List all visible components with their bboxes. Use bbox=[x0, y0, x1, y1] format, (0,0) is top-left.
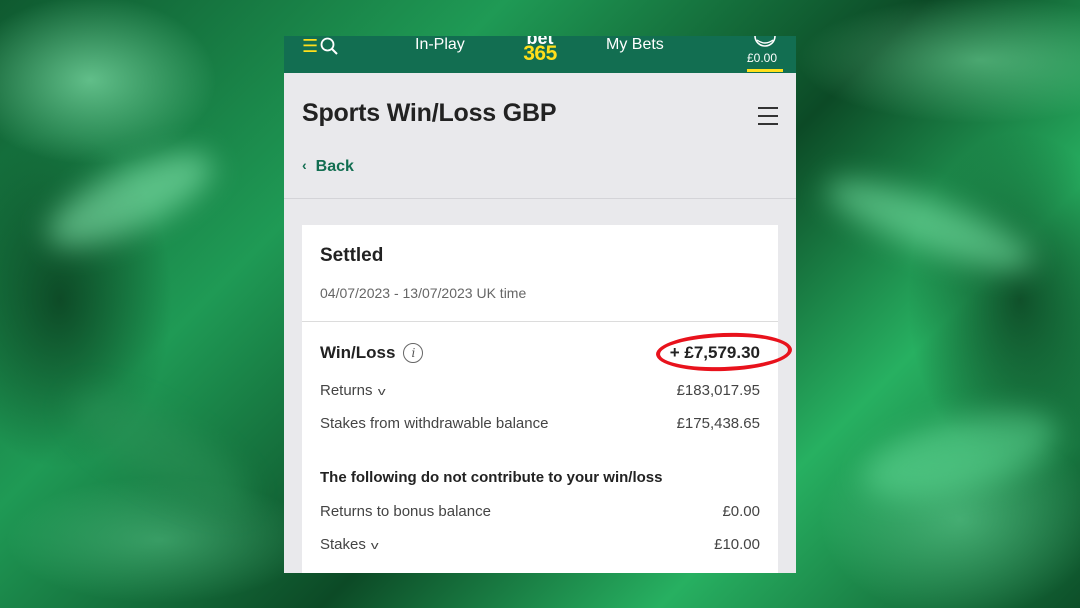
chevron-down-icon[interactable]: v bbox=[371, 540, 379, 552]
divider bbox=[302, 321, 778, 322]
highlight-circle bbox=[655, 330, 793, 374]
date-range: 04/07/2023 - 13/07/2023 UK time bbox=[320, 285, 527, 301]
account-icon[interactable] bbox=[745, 36, 785, 50]
hamburger-icon[interactable] bbox=[758, 107, 778, 125]
background: ☰ In-Play bet 365 My Bets £0.00 Sports W… bbox=[0, 0, 1080, 608]
app-screen: ☰ In-Play bet 365 My Bets £0.00 Sports W… bbox=[284, 36, 796, 573]
balance-underline bbox=[747, 69, 783, 72]
stakes-value: £10.00 bbox=[714, 536, 760, 553]
chevron-left-icon: ‹ bbox=[302, 157, 307, 173]
info-icon[interactable]: i bbox=[403, 343, 424, 363]
page-header: Sports Win/Loss GBP ‹ Back bbox=[284, 73, 796, 199]
stakes-row[interactable]: Stakes v £10.00 bbox=[320, 536, 760, 553]
logo-text-bottom: 365 bbox=[523, 42, 557, 65]
nav-inplay[interactable]: In-Play bbox=[415, 36, 465, 54]
non-contributing-note: The following do not contribute to your … bbox=[320, 469, 663, 486]
settled-heading: Settled bbox=[320, 245, 384, 266]
bonus-returns-label: Returns to bonus balance bbox=[320, 503, 491, 520]
page-title: Sports Win/Loss GBP bbox=[302, 99, 557, 127]
chevron-down-icon[interactable]: v bbox=[377, 386, 385, 398]
stakes-withdrawable-row: Stakes from withdrawable balance £175,43… bbox=[320, 415, 760, 432]
account-balance[interactable]: £0.00 bbox=[747, 51, 777, 65]
stakes-withdrawable-label: Stakes from withdrawable balance bbox=[320, 415, 549, 432]
back-link[interactable]: ‹ Back bbox=[302, 157, 354, 176]
top-navigation-bar: ☰ In-Play bet 365 My Bets £0.00 bbox=[284, 36, 796, 73]
winloss-label: Win/Loss bbox=[320, 343, 396, 362]
search-icon[interactable] bbox=[320, 37, 338, 55]
returns-label: Returns bbox=[320, 382, 373, 399]
bet365-logo[interactable]: bet 365 bbox=[516, 36, 564, 65]
menu-icon[interactable]: ☰ bbox=[302, 37, 318, 55]
summary-card: Settled 04/07/2023 - 13/07/2023 UK time … bbox=[302, 225, 793, 573]
returns-row[interactable]: Returns v £183,017.95 bbox=[320, 382, 760, 399]
returns-value: £183,017.95 bbox=[676, 382, 760, 399]
bonus-returns-row: Returns to bonus balance £0.00 bbox=[320, 503, 760, 520]
nav-my-bets[interactable]: My Bets bbox=[606, 36, 664, 54]
back-label: Back bbox=[315, 158, 354, 175]
bonus-returns-value: £0.00 bbox=[722, 503, 760, 520]
stakes-label: Stakes bbox=[320, 536, 366, 553]
stakes-withdrawable-value: £175,438.65 bbox=[676, 415, 760, 432]
